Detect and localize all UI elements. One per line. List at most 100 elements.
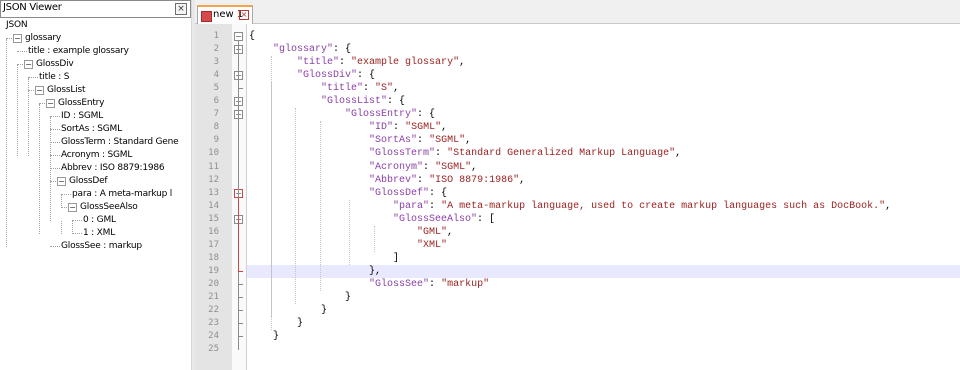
fold-end-marker xyxy=(238,336,243,338)
line-number: 11 xyxy=(208,161,219,172)
code-line[interactable]: "GlossSee": "markup" xyxy=(249,278,489,291)
code-line[interactable]: "title": "example glossary", xyxy=(249,56,465,69)
json-punctuation xyxy=(249,227,417,238)
tab-new-1[interactable]: new 1 × xyxy=(197,5,253,25)
json-string: "SGML" xyxy=(435,161,472,173)
json-punctuation: , xyxy=(471,161,478,173)
code-line[interactable]: "GlossSeeAlso": [ xyxy=(249,213,495,226)
tree-node-acronym[interactable]: Acronym : SGML xyxy=(61,149,132,162)
json-punctuation: , xyxy=(447,226,454,238)
json-punctuation: , xyxy=(885,200,892,212)
code-line[interactable]: "ID": "SGML", xyxy=(249,121,447,134)
tree-node-id[interactable]: ID : SGML xyxy=(61,110,103,123)
code-line[interactable]: "GlossDiv": { xyxy=(249,69,375,82)
line-number: 14 xyxy=(208,200,219,211)
code-line[interactable]: "title": "S", xyxy=(249,82,399,95)
code-line[interactable]: { xyxy=(249,30,255,43)
json-punctuation: : xyxy=(429,278,442,290)
json-punctuation: : { xyxy=(357,70,376,82)
code-line[interactable]: "GlossList": { xyxy=(249,95,405,108)
json-punctuation: }, xyxy=(249,265,382,277)
tree-node-glossentry[interactable]: GlossEntry xyxy=(58,97,105,110)
code-line[interactable]: "GlossTerm": "Standard Generalized Marku… xyxy=(249,147,681,160)
code-line[interactable]: ] xyxy=(249,252,399,265)
fold-end-marker xyxy=(238,88,243,90)
tree-node-glosssee[interactable]: GlossSee : markup xyxy=(61,240,142,253)
tree-collapse-icon[interactable]: − xyxy=(57,177,66,186)
code-line[interactable]: }, xyxy=(249,265,381,278)
line-number: 12 xyxy=(208,174,219,185)
json-punctuation xyxy=(249,201,393,212)
code-line[interactable]: "GlossDef": { xyxy=(249,187,447,200)
json-viewer-panel: JSON Viewer × JSON − glossary title : examp… xyxy=(0,0,191,370)
tree-connector xyxy=(50,116,60,117)
json-key: "GlossSee" xyxy=(369,278,430,290)
tree-node-para[interactable]: para : A meta-markup l xyxy=(72,188,172,201)
line-number: 2 xyxy=(213,44,219,55)
json-punctuation: , xyxy=(441,122,448,134)
tree-collapse-icon[interactable]: − xyxy=(68,203,77,212)
json-punctuation: , xyxy=(393,83,400,95)
json-punctuation xyxy=(249,57,297,68)
line-number: 1 xyxy=(213,31,219,41)
code-line[interactable]: "para": "A meta-markup language, used to… xyxy=(249,200,891,213)
json-key: "para" xyxy=(393,200,430,212)
fold-end-marker xyxy=(238,323,243,325)
json-punctuation xyxy=(249,70,297,81)
tab-close-icon[interactable]: × xyxy=(239,10,249,20)
fold-collapse-icon[interactable]: − xyxy=(234,32,243,41)
tree-node-glossdef[interactable]: GlossDef xyxy=(69,175,108,188)
tree-collapse-icon[interactable]: − xyxy=(46,99,55,108)
tree-node-xml[interactable]: 1 : XML xyxy=(83,227,115,240)
code-editor[interactable]: { "glossary": { "title": "example glossa… xyxy=(247,24,960,370)
code-line[interactable]: "Acronym": "SGML", xyxy=(249,161,477,174)
line-number: 17 xyxy=(208,239,219,250)
line-number: 5 xyxy=(213,83,219,94)
json-key: "GlossDiv" xyxy=(297,70,358,82)
json-key: "GlossDef" xyxy=(369,187,430,199)
line-number: 24 xyxy=(208,331,219,342)
json-punctuation xyxy=(249,175,369,186)
tree-guide-line xyxy=(28,78,29,156)
tree-connector xyxy=(72,233,82,234)
tree-root[interactable]: JSON xyxy=(6,19,28,32)
tree-node-sortas[interactable]: SortAs : SGML xyxy=(61,123,122,136)
tree-node-glossary[interactable]: glossary xyxy=(25,32,61,45)
tree-node-glossterm[interactable]: GlossTerm : Standard Gene xyxy=(61,136,179,149)
json-punctuation xyxy=(249,162,369,173)
fold-end-marker xyxy=(238,310,243,312)
code-line[interactable]: "Abbrev": "ISO 8879:1986", xyxy=(249,174,525,187)
tree-collapse-icon[interactable]: − xyxy=(35,86,44,95)
json-punctuation: { xyxy=(249,31,256,42)
tree-collapse-icon[interactable]: − xyxy=(24,60,33,69)
code-line[interactable]: } xyxy=(249,317,303,330)
tree-node-glossdiv[interactable]: GlossDiv xyxy=(36,58,74,71)
code-line[interactable]: "GlossEntry": { xyxy=(249,108,435,121)
tree-node-abbrev[interactable]: Abbrev : ISO 8879:1986 xyxy=(61,162,165,175)
json-punctuation: : xyxy=(393,122,406,134)
json-punctuation: : xyxy=(423,161,436,173)
tree-node-title-s[interactable]: title : S xyxy=(39,71,69,84)
code-line[interactable]: "GML", xyxy=(249,226,453,239)
tree-node-gml[interactable]: 0 : GML xyxy=(83,214,116,227)
code-line[interactable]: "XML" xyxy=(249,239,447,252)
json-punctuation xyxy=(249,188,369,199)
json-string: "S" xyxy=(375,83,394,95)
json-punctuation: , xyxy=(465,135,472,147)
close-icon[interactable]: × xyxy=(175,3,187,15)
fold-line xyxy=(238,197,239,272)
line-number: 23 xyxy=(208,318,219,329)
json-string: "markup" xyxy=(441,278,490,290)
tree-collapse-icon[interactable]: − xyxy=(13,34,22,43)
code-line[interactable]: } xyxy=(249,304,327,317)
code-line[interactable]: } xyxy=(249,291,351,304)
tree-node-glosslist[interactable]: GlossList xyxy=(47,84,85,97)
code-line[interactable]: "glossary": { xyxy=(249,43,351,56)
tree-guide-line xyxy=(72,221,73,234)
tree-node-title[interactable]: title : example glossary xyxy=(28,45,129,58)
tree-node-glossseealso[interactable]: GlossSeeAlso xyxy=(80,201,138,214)
json-string: "ISO 8879:1986" xyxy=(429,174,520,186)
line-number: 10 xyxy=(208,148,219,159)
code-line[interactable]: } xyxy=(249,330,279,343)
code-line[interactable]: "SortAs": "SGML", xyxy=(249,134,471,147)
